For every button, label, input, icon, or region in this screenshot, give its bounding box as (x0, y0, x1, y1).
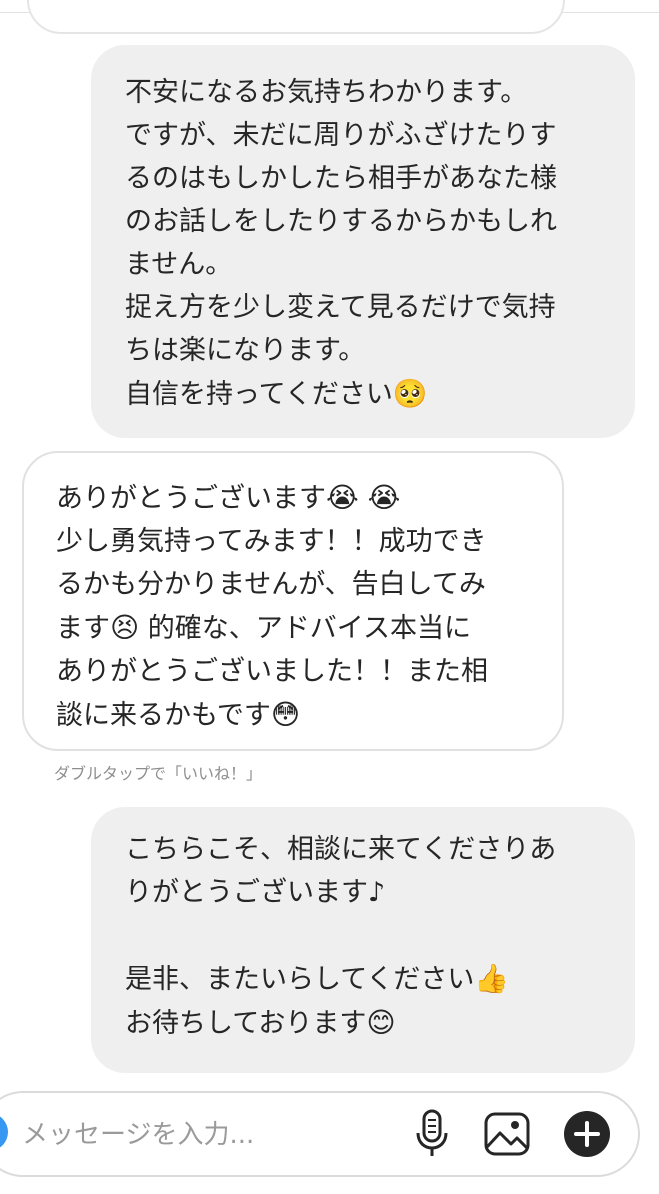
message-line: 捉え方を少し変えて見るだけで気持 (125, 292, 556, 323)
message-line: 是非、またいらしてください👍 (125, 957, 611, 1001)
message-line: のお話しをしたりするからかもしれ (125, 206, 557, 237)
message-text: 是非、またいらしてください (125, 964, 475, 995)
message-input[interactable] (22, 1115, 392, 1155)
message-line: 少し勇気持ってみます！！成功でき (56, 526, 487, 557)
persevering-face-emoji: 😣 (110, 611, 140, 644)
plus-icon[interactable] (563, 1110, 611, 1158)
smiling-face-emoji: 😊 (366, 1006, 396, 1039)
message-line: るかも分かりませんが、告白してみ (56, 569, 486, 600)
message-text: 自信を持ってください (125, 379, 393, 410)
message-line: ません。 (125, 249, 233, 280)
message-line: ですが、未だに周りがふざけたりす (125, 120, 557, 151)
message-line: ます😣 的確な、アドバイス本当に (56, 606, 542, 650)
message-line: 不安になるお気持ちわかります。 (125, 77, 528, 108)
gallery-icon[interactable] (482, 1110, 532, 1158)
microphone-icon-graphic (416, 1109, 448, 1156)
message-line: 自信を持ってください🥺 (125, 372, 611, 416)
message-text: お待ちしております (125, 1008, 367, 1039)
loudly-crying-face-emoji: 😭 😭 (326, 481, 401, 514)
message-line: 談に来るかもです😳 (56, 693, 542, 737)
message-line: こちらこそ、相談に来てくださりあ (125, 834, 557, 865)
message-line: ありがとうございます😭 😭 (56, 476, 542, 520)
dm-thread-screen: 不安になるお気持ちわかります。 ですが、未だに周りがふざけたりす るのはもしかし… (0, 0, 659, 1194)
message-text: ありがとうございます (56, 483, 326, 514)
message-text: 談に来るかもです (56, 700, 271, 731)
microphone-icon[interactable] (410, 1108, 454, 1160)
message-line: りがとうございます♪ (125, 877, 386, 908)
message-line: お待ちしております😊 (125, 1001, 611, 1045)
message-text: ます (56, 613, 110, 644)
thumbs-up-emoji: 👍 (474, 962, 510, 995)
message-bubble-incoming[interactable]: ありがとうございます😭 😭 少し勇気持ってみます！！成功でき るかも分かりません… (22, 451, 564, 751)
message-text: 的確な、アドバイス本当に (139, 613, 471, 644)
gallery-icon-graphic (484, 1112, 530, 1156)
pleading-face-emoji: 🥺 (392, 377, 428, 410)
message-bubble-outgoing[interactable]: 不安になるお気持ちわかります。 ですが、未だに周りがふざけたりす るのはもしかし… (91, 45, 635, 438)
plus-icon-graphic (564, 1111, 610, 1157)
double-tap-like-hint: ダブルタップで「いいね！」 (54, 764, 263, 783)
flushed-face-emoji: 😳 (270, 698, 301, 731)
message-line: ありがとうございました！！また相 (56, 656, 488, 687)
message-line: ちは楽になります。 (125, 335, 366, 366)
previous-message-bubble[interactable] (27, 0, 565, 34)
message-bubble-outgoing[interactable]: こちらこそ、相談に来てくださりあ りがとうございます♪ 是非、またいらしてくださ… (91, 807, 635, 1073)
message-line: るのはもしかしたら相手があなた様 (125, 163, 557, 194)
